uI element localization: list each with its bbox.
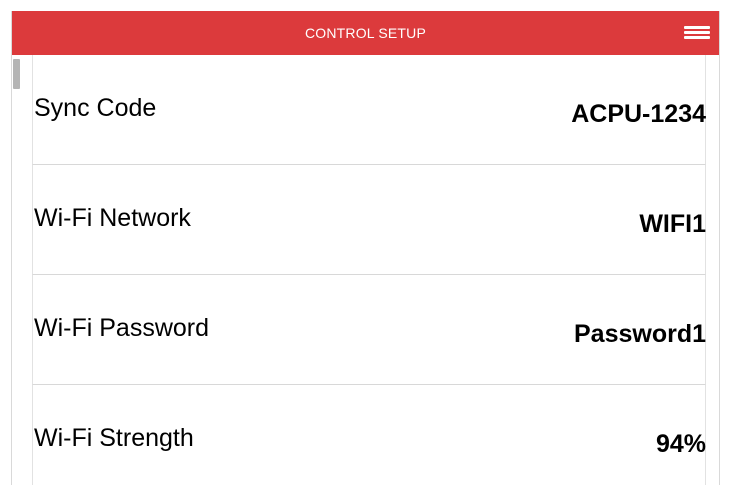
setting-value: 94% <box>655 430 706 458</box>
setting-row-wifi-strength[interactable]: Wi-Fi Strength 94% <box>32 385 706 485</box>
menu-icon-line <box>684 36 710 39</box>
settings-list: Sync Code ACPU-1234 Wi-Fi Network WIFI1 … <box>32 55 706 485</box>
control-setup-screen: CONTROL SETUP Sync Code ACPU-1234 Wi-Fi … <box>11 11 720 485</box>
setting-value: WIFI1 <box>639 210 706 238</box>
hamburger-menu-icon[interactable] <box>682 23 714 43</box>
setting-label: Sync Code <box>34 94 157 122</box>
page-title: CONTROL SETUP <box>304 25 427 41</box>
menu-icon-line <box>684 26 710 29</box>
setting-label: Wi-Fi Network <box>34 204 191 232</box>
setting-row-wifi-password[interactable]: Wi-Fi Password Password1 <box>32 275 706 385</box>
setting-label: Wi-Fi Strength <box>34 424 194 452</box>
setting-value: Password1 <box>573 320 706 348</box>
setting-row-sync-code[interactable]: Sync Code ACPU-1234 <box>32 55 706 165</box>
menu-icon-line <box>684 31 710 34</box>
scrollbar-thumb[interactable] <box>13 59 20 89</box>
header-bar: CONTROL SETUP <box>12 11 719 55</box>
setting-label: Wi-Fi Password <box>34 314 210 342</box>
setting-row-wifi-network[interactable]: Wi-Fi Network WIFI1 <box>32 165 706 275</box>
setting-value: ACPU-1234 <box>571 100 706 128</box>
